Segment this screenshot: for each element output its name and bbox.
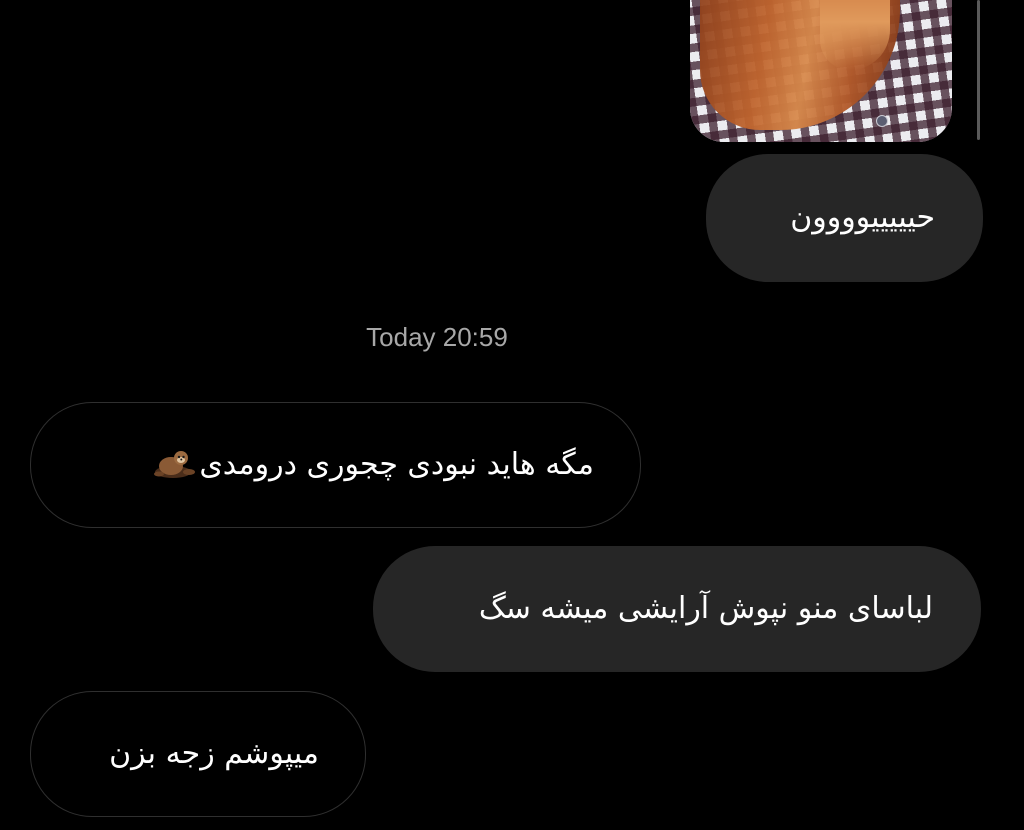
message-text: مگه هاید نبودی چجوری درومدی bbox=[199, 447, 594, 482]
message-text: میپوشم زجه بزن bbox=[109, 736, 319, 771]
otter-emoji-icon bbox=[151, 448, 197, 482]
chat-screen: حیییییوووون Today 20:59 مگه هاید نبودی چ… bbox=[0, 0, 1024, 830]
message-bubble-incoming[interactable]: مگه هاید نبودی چجوری درومدی bbox=[30, 402, 641, 528]
message-text: لباسای منو نپوش آرایشی میشه سگ bbox=[478, 591, 933, 626]
message-bubble-incoming[interactable]: میپوشم زجه بزن bbox=[30, 691, 366, 817]
photo-shirt-button bbox=[876, 115, 888, 127]
message-timestamp: Today 20:59 bbox=[366, 322, 508, 352]
shared-photo-message[interactable] bbox=[690, 0, 952, 142]
message-text: حیییییوووون bbox=[790, 200, 935, 235]
message-bubble-outgoing[interactable]: لباسای منو نپوش آرایشی میشه سگ bbox=[373, 546, 981, 672]
message-bubble-outgoing[interactable]: حیییییوووون bbox=[706, 154, 983, 282]
scroll-indicator[interactable] bbox=[977, 0, 980, 140]
